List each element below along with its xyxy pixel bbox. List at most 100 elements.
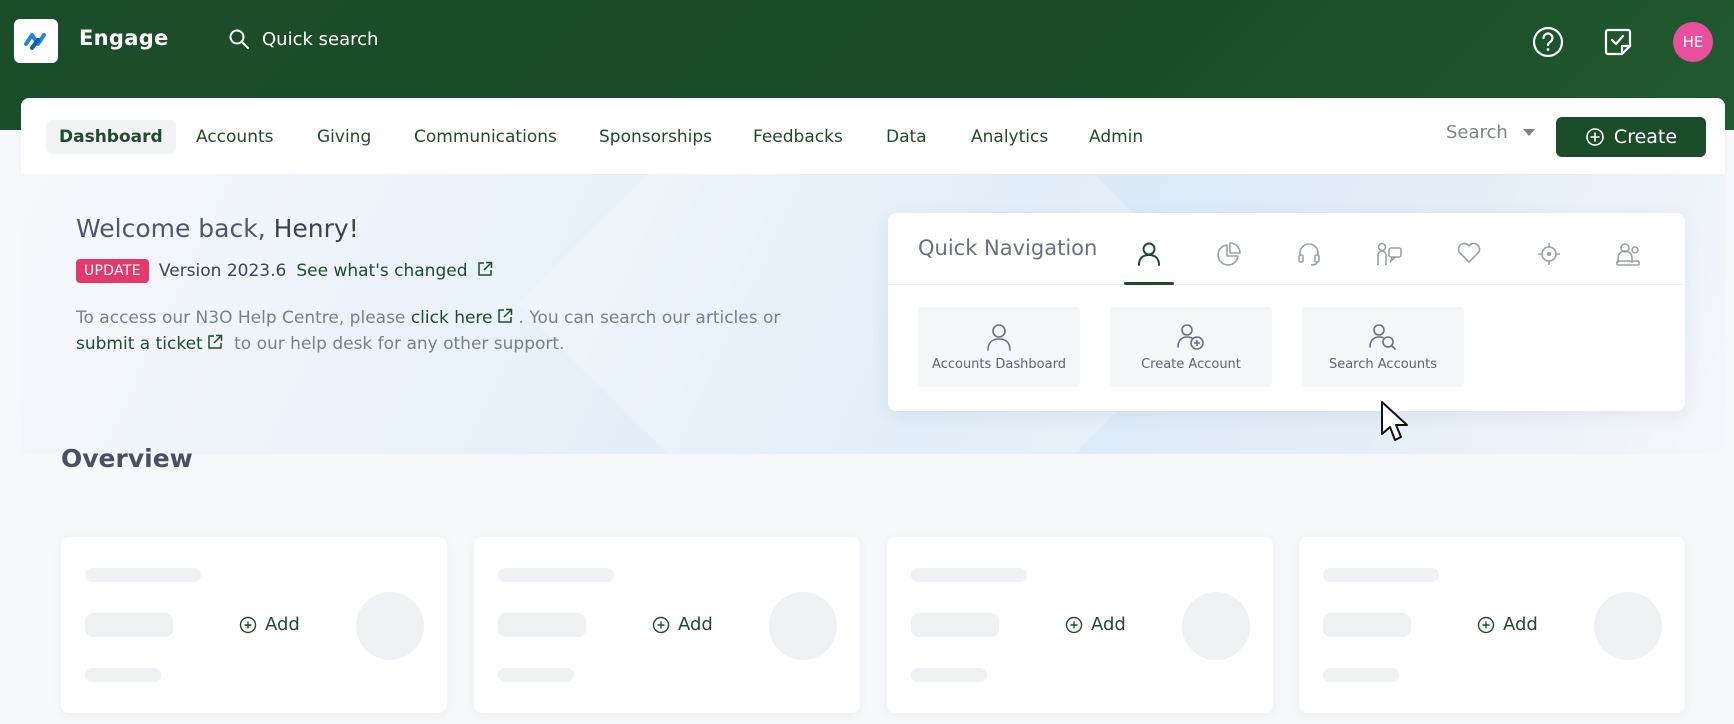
create-button[interactable]: Create [1556, 117, 1706, 157]
plus-circle-icon [1586, 128, 1604, 146]
help-text-prefix: To access our N3O Help Centre, please [76, 308, 406, 328]
qn-tab-sponsorships[interactable] [1364, 241, 1414, 285]
skeleton-line [911, 568, 1027, 582]
submit-ticket-link[interactable]: submit a ticket [76, 334, 229, 354]
help-centre-link-label: click here [410, 308, 493, 328]
create-button-label: Create [1613, 126, 1678, 148]
nav-item-sponsorships[interactable]: Sponsorships [586, 120, 725, 154]
nav-item-admin[interactable]: Admin [1076, 120, 1156, 154]
search-icon [229, 29, 249, 49]
skeleton-line [1323, 613, 1411, 637]
overview-card: Add [1299, 537, 1685, 713]
whats-changed-label: See what's changed [296, 261, 468, 281]
version-text: Version 2023.6 [158, 261, 287, 281]
help-centre-text: To access our N3O Help Centre, please cl… [76, 305, 836, 357]
qn-tile-accounts-dashboard[interactable]: Accounts Dashboard [918, 307, 1080, 387]
group-icon [1616, 243, 1640, 266]
add-widget-button[interactable]: Add [239, 614, 300, 635]
plus-circle-icon [1065, 616, 1083, 633]
add-widget-button[interactable]: Add [1065, 614, 1126, 635]
skeleton-line [498, 668, 574, 682]
user-search-icon [1369, 323, 1396, 350]
update-badge: UPDATE [76, 259, 149, 283]
add-widget-label: Add [1503, 614, 1538, 635]
add-widget-label: Add [1091, 614, 1126, 635]
mouse-cursor-icon [1381, 401, 1408, 441]
add-widget-label: Add [265, 614, 300, 635]
skeleton-line [498, 613, 586, 637]
nav-item-giving[interactable]: Giving [304, 120, 384, 154]
qn-tab-giving[interactable] [1444, 241, 1494, 285]
help-text-suffix: to our help desk for any other support. [234, 334, 565, 354]
heart-icon [1457, 242, 1481, 263]
nav-search-label: Search [1446, 122, 1508, 143]
qn-tab-communications[interactable] [1284, 241, 1334, 285]
quick-navigation-tabs: Quick Navigation [888, 213, 1685, 285]
welcome-heading: Welcome back, Henry! [76, 214, 359, 243]
overview-card: Add [61, 537, 447, 713]
welcome-user-name: Henry! [273, 214, 359, 243]
add-widget-button[interactable]: Add [1477, 614, 1538, 635]
help-text-middle: . You can search our articles or [518, 308, 781, 328]
quick-navigation-card: Quick Navigation Accounts Dashboard Crea… [888, 213, 1685, 411]
nav-search-dropdown[interactable]: Search [1446, 122, 1536, 143]
app-name: Engage [79, 26, 169, 50]
user-plus-icon [1177, 323, 1204, 350]
whats-changed-link[interactable]: See what's changed [296, 261, 499, 281]
welcome-greeting: Welcome back, [76, 214, 266, 243]
qn-tile-label: Search Accounts [1328, 356, 1438, 372]
add-widget-button[interactable]: Add [652, 614, 713, 635]
skeleton-line [911, 668, 987, 682]
external-link-icon [207, 334, 222, 349]
nav-item-data[interactable]: Data [873, 120, 940, 154]
qn-tile-search-accounts[interactable]: Search Accounts [1302, 307, 1464, 387]
skeleton-line [911, 613, 999, 637]
qn-tile-create-account[interactable]: Create Account [1110, 307, 1272, 387]
plus-circle-icon [239, 616, 257, 633]
skeleton-line [85, 668, 161, 682]
skeleton-circle [356, 592, 424, 660]
submit-ticket-label-1: submit a [76, 334, 151, 354]
n3o-logo-icon [24, 33, 46, 50]
pie-chart-icon [1217, 242, 1241, 266]
skeleton-line [498, 568, 614, 582]
app-logo[interactable] [14, 19, 58, 63]
quick-search[interactable]: Quick search [228, 28, 378, 50]
help-button[interactable] [1528, 22, 1568, 62]
help-centre-link[interactable]: click here [411, 308, 519, 328]
person-chat-icon [1377, 242, 1402, 265]
skeleton-circle [1182, 592, 1250, 660]
user-avatar-button[interactable]: HE [1673, 22, 1713, 62]
nav-item-feedbacks[interactable]: Feedbacks [740, 120, 856, 154]
avatar: HE [1673, 22, 1713, 62]
skeleton-circle [1594, 592, 1662, 660]
plus-circle-icon [1477, 616, 1495, 633]
user-icon [987, 323, 1011, 351]
nav-item-analytics[interactable]: Analytics [958, 120, 1061, 154]
skeleton-line [85, 568, 201, 582]
qn-tab-accounts[interactable] [1124, 241, 1174, 285]
skeleton-circle [769, 592, 837, 660]
tasks-button[interactable] [1598, 22, 1638, 62]
overview-card: Add [474, 537, 860, 713]
crosshair-icon [1538, 243, 1560, 265]
overview-title: Overview [61, 444, 193, 473]
headset-icon [1298, 243, 1320, 266]
nav-item-communications[interactable]: Communications [401, 120, 570, 154]
nav-item-accounts[interactable]: Accounts [183, 120, 287, 154]
external-link-icon [497, 308, 512, 323]
overview-card: Add [887, 537, 1273, 713]
plus-circle-icon [652, 616, 670, 633]
help-icon [1532, 26, 1564, 58]
user-icon [1138, 242, 1160, 266]
nav-item-dashboard[interactable]: Dashboard [46, 120, 176, 154]
quick-navigation-title: Quick Navigation [918, 236, 1098, 260]
qn-tab-analytics[interactable] [1204, 241, 1254, 285]
add-widget-label: Add [678, 614, 713, 635]
tasks-icon [1604, 28, 1632, 56]
skeleton-line [1323, 568, 1439, 582]
update-row: UPDATE Version 2023.6 See what's changed [76, 259, 499, 283]
qn-tab-feedbacks[interactable] [1604, 241, 1654, 285]
qn-tab-targets[interactable] [1524, 241, 1574, 285]
qn-tile-label: Create Account [1141, 356, 1241, 372]
